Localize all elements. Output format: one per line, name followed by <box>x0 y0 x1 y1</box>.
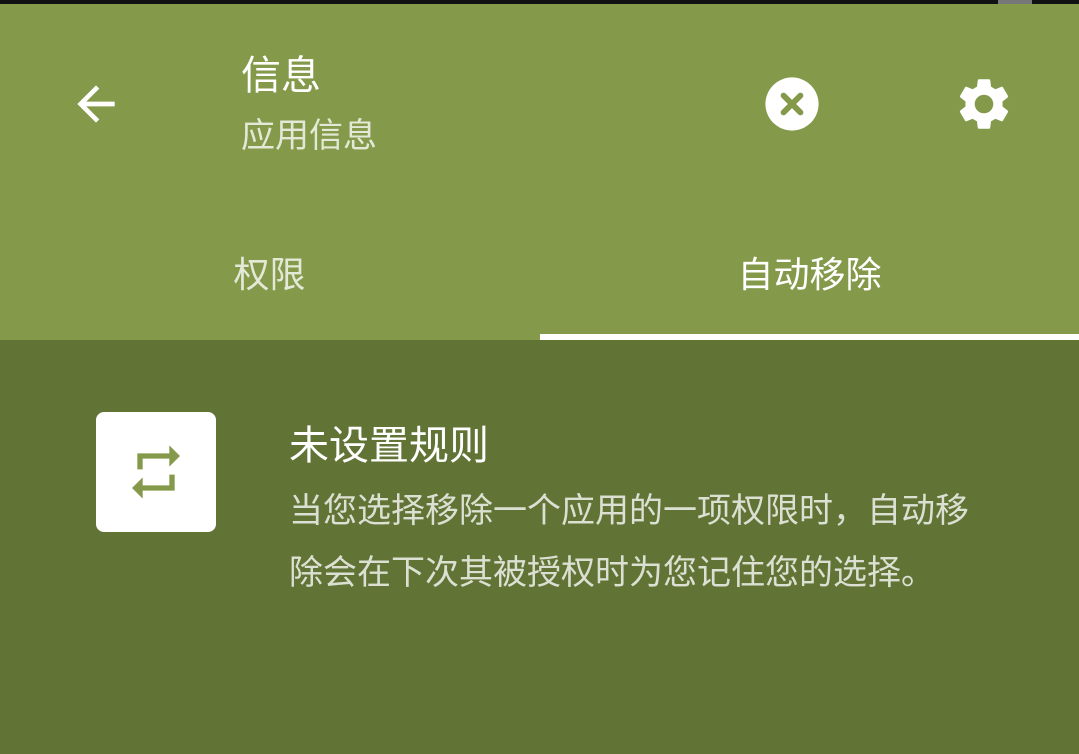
page-subtitle: 应用信息 <box>241 116 377 156</box>
tab-auto-revoke[interactable]: 自动移除 <box>540 204 1079 340</box>
tab-permissions[interactable]: 权限 <box>0 204 539 340</box>
close-button[interactable] <box>752 64 832 144</box>
close-circle-icon <box>765 77 819 131</box>
page-title: 信息 <box>241 53 321 99</box>
selected-tab-indicator <box>540 334 1079 340</box>
app-header: 信息 应用信息 权限 自动移除 <box>0 4 1079 340</box>
rule-status-title: 未设置规则 <box>289 423 489 469</box>
tab-label: 权限 <box>233 255 306 296</box>
rule-description: 当您选择移除一个应用的一项权限时，自动移除会在下次其被授权时为您记住您的选择。 <box>289 491 969 593</box>
gear-icon <box>959 79 1009 129</box>
repeat-icon <box>132 445 180 499</box>
screen: 信息 应用信息 权限 自动移除 未设置规则 当您选择移除一个应用的一项权限时，自… <box>0 0 1079 754</box>
rule-icon-tile <box>96 412 216 532</box>
settings-button[interactable] <box>944 64 1024 144</box>
arrow-back-icon <box>77 85 115 123</box>
tab-label: 自动移除 <box>737 255 882 296</box>
back-button[interactable] <box>56 64 136 144</box>
